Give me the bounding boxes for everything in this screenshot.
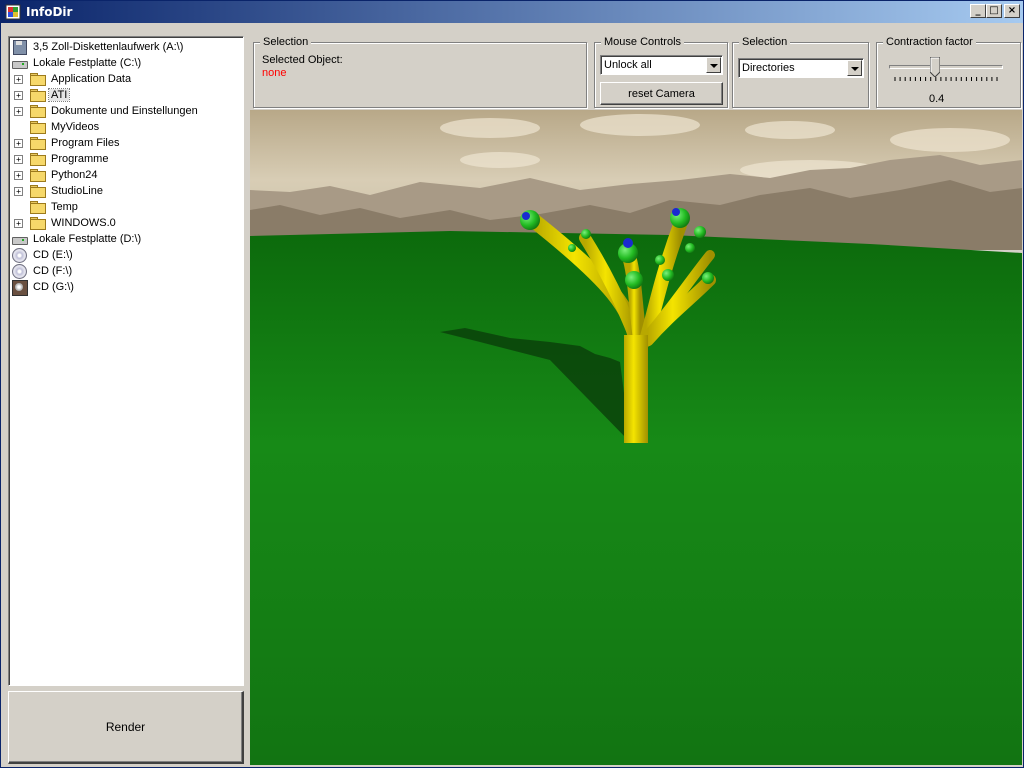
selection-info-legend: Selection: [260, 36, 312, 48]
folder-icon: [29, 72, 46, 86]
mouse-controls-group: Mouse Controls Unlock all reset Camera: [594, 36, 728, 108]
tree-item-label[interactable]: Program Files: [49, 137, 121, 149]
scene-viewport[interactable]: [250, 110, 1022, 765]
title-bar[interactable]: InfoDir _ □ ×: [1, 1, 1023, 23]
render-button[interactable]: Render: [8, 691, 244, 764]
cd-drive-icon: [11, 248, 27, 263]
folder-icon: [29, 152, 46, 166]
tree-item-label[interactable]: Python24: [49, 169, 99, 181]
folder-icon: [29, 184, 46, 198]
expand-icon[interactable]: +: [14, 186, 23, 196]
tree-item-label[interactable]: Lokale Festplatte (C:\): [31, 57, 143, 69]
maximize-icon: □: [989, 5, 999, 16]
contraction-value: 0.4: [929, 93, 945, 105]
folder-icon: [29, 104, 46, 118]
tree-item-label[interactable]: WINDOWS.0: [49, 217, 118, 229]
contraction-factor-legend: Contraction factor: [883, 36, 976, 48]
tree-item[interactable]: + ATI: [9, 87, 243, 103]
expand-icon[interactable]: +: [14, 154, 23, 164]
folder-icon: [29, 168, 46, 182]
tree-trunk[interactable]: [624, 335, 648, 443]
minimize-button[interactable]: _: [970, 4, 986, 18]
dvd-drive-icon: [11, 280, 28, 296]
expand-icon[interactable]: +: [14, 90, 23, 100]
window-title: InfoDir: [26, 5, 73, 19]
tree-item[interactable]: CD (E:\): [9, 247, 243, 263]
tree-item[interactable]: + Programme: [9, 151, 243, 167]
selection-type-value: Directories: [742, 62, 795, 74]
floppy-drive-icon: [11, 40, 27, 55]
contraction-factor-group: Contraction factor 0.4: [876, 36, 1021, 108]
folder-icon: [29, 120, 46, 134]
tree-item-label[interactable]: ATI: [47, 88, 71, 102]
tree-item-label[interactable]: Temp: [49, 201, 80, 213]
tree-item[interactable]: + StudioLine: [9, 183, 243, 199]
selected-object-label: Selected Object:: [262, 54, 343, 66]
expand-icon[interactable]: +: [14, 138, 23, 148]
reset-camera-button[interactable]: reset Camera: [600, 82, 723, 105]
tree-item-label[interactable]: CD (E:\): [31, 249, 75, 261]
mouse-mode-value: Unlock all: [604, 59, 652, 71]
tree-item[interactable]: + Dokumente und Einstellungen: [9, 103, 243, 119]
folder-icon: [29, 136, 46, 150]
cd-drive-icon: [11, 264, 27, 279]
tree-item[interactable]: MyVideos: [9, 119, 243, 135]
maximize-button[interactable]: □: [986, 4, 1002, 18]
tree-item[interactable]: + Program Files: [9, 135, 243, 151]
contraction-slider-track[interactable]: [889, 65, 1003, 69]
selection-info-group: Selection Selected Object: none: [253, 36, 587, 108]
slider-ticks: [894, 77, 998, 81]
selection-type-group: Selection Directories: [732, 36, 869, 108]
expand-icon[interactable]: +: [14, 170, 23, 180]
selected-object-value: none: [262, 67, 287, 79]
mouse-mode-select[interactable]: Unlock all: [600, 55, 723, 75]
app-icon: [5, 4, 21, 20]
expand-spacer: [14, 203, 23, 212]
tree-item[interactable]: Lokale Festplatte (C:\): [9, 55, 243, 71]
scene-render: [250, 110, 1022, 765]
expand-icon[interactable]: +: [14, 74, 23, 84]
directory-tree[interactable]: 3,5 Zoll-Diskettenlaufwerk (A:\) Lokale F…: [8, 36, 244, 686]
tree-item[interactable]: + Application Data: [9, 71, 243, 87]
chevron-down-icon[interactable]: [706, 57, 721, 73]
folder-icon: [29, 216, 46, 230]
tree-item-label[interactable]: CD (G:\): [31, 281, 76, 293]
tree-item-label[interactable]: Dokumente und Einstellungen: [49, 105, 200, 117]
tree-item-label[interactable]: Lokale Festplatte (D:\): [31, 233, 143, 245]
tree-item-label[interactable]: 3,5 Zoll-Diskettenlaufwerk (A:\): [31, 41, 185, 53]
minimize-icon: _: [975, 5, 981, 16]
tree-item[interactable]: Temp: [9, 199, 243, 215]
chevron-down-icon[interactable]: [847, 60, 862, 76]
app-window: InfoDir _ □ × 3,5 Zoll-Diskettenlaufwerk…: [0, 0, 1024, 768]
tree-item-label[interactable]: Programme: [49, 153, 110, 165]
tree-item-label[interactable]: CD (F:\): [31, 265, 74, 277]
contraction-slider-thumb[interactable]: [929, 56, 941, 78]
mouse-controls-legend: Mouse Controls: [601, 36, 685, 48]
tree-item-label[interactable]: MyVideos: [49, 121, 101, 133]
tree-item[interactable]: CD (F:\): [9, 263, 243, 279]
expand-spacer: [14, 123, 23, 132]
tree-item-label[interactable]: StudioLine: [49, 185, 105, 197]
close-button[interactable]: ×: [1004, 4, 1020, 18]
hard-drive-icon: [11, 232, 28, 246]
expand-icon[interactable]: +: [14, 106, 23, 116]
folder-icon: [29, 200, 46, 214]
selection-type-legend: Selection: [739, 36, 791, 48]
tree-item[interactable]: + WINDOWS.0: [9, 215, 243, 231]
tree-item[interactable]: + Python24: [9, 167, 243, 183]
tree-item[interactable]: Lokale Festplatte (D:\): [9, 231, 243, 247]
tree-item-label[interactable]: Application Data: [49, 73, 133, 85]
hard-drive-icon: [11, 56, 28, 70]
expand-icon[interactable]: +: [14, 218, 23, 228]
folder-icon: [29, 88, 46, 102]
tree-item[interactable]: 3,5 Zoll-Diskettenlaufwerk (A:\): [9, 39, 243, 55]
close-icon: ×: [1007, 5, 1017, 16]
selection-type-select[interactable]: Directories: [738, 58, 864, 78]
tree-item[interactable]: CD (G:\): [9, 279, 243, 296]
